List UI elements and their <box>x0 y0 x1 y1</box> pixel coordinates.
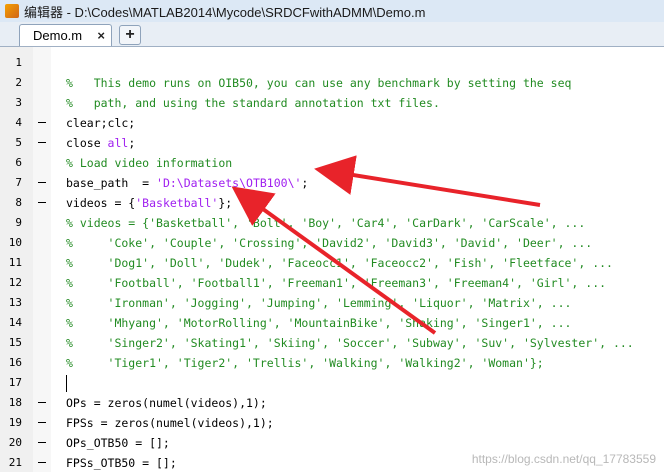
arrow-to-videos <box>231 186 437 335</box>
arrow-to-base-path <box>314 155 541 207</box>
annotation-arrows <box>231 155 541 335</box>
